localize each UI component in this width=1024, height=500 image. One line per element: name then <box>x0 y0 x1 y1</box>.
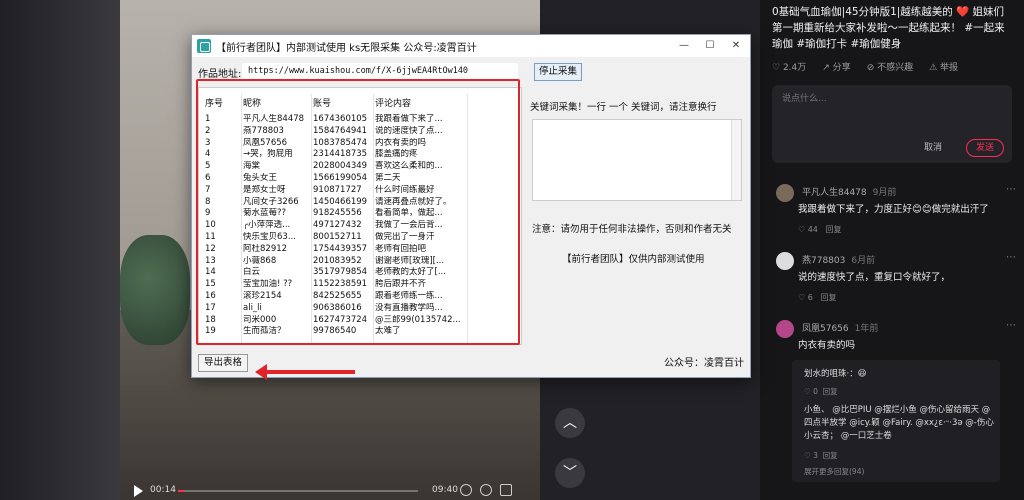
comment-author[interactable]: 凤凰57656 <box>802 324 849 334</box>
player-bar: 00:14 09:40 <box>120 482 540 500</box>
reply-meta: ♡ 0 回复 <box>804 387 838 396</box>
send-button[interactable]: 发送 <box>966 139 1004 157</box>
video-title: 0基础气血瑜伽|45分钟版1|越练越美的 ❤️ 姐妹们第一期重新给大家补发啦～一… <box>772 6 1005 50</box>
keyword-input[interactable] <box>532 119 742 201</box>
stop-collect-button[interactable]: 停止采集 <box>534 63 582 81</box>
url-label: 作品地址: <box>198 69 242 80</box>
cancel-button[interactable]: 取消 <box>924 140 942 153</box>
team-notice: 【前行者团队】仅供内部测试使用 <box>562 254 705 265</box>
volume-icon[interactable] <box>480 484 492 496</box>
more-icon[interactable]: ⋯ <box>1006 320 1016 331</box>
like-count[interactable]: ♡ 2.4万 <box>772 60 806 73</box>
avatar[interactable] <box>776 184 794 202</box>
window-titlebar[interactable]: 【前行者团队】内部测试使用 ks无限采集 公众号:凌霄百计 — ☐ ✕ <box>192 35 750 57</box>
total-time: 09:40 <box>432 485 458 495</box>
comment-meta: ♡ 44 回复 <box>798 225 842 234</box>
comment-meta: ♡ 6 回复 <box>798 293 837 302</box>
maximize-button[interactable]: ☐ <box>698 38 722 54</box>
comment-time: 6月前 <box>851 256 876 266</box>
comment-box[interactable]: 说点什么... 取消 发送 <box>772 85 1012 163</box>
progress-fill <box>178 490 184 492</box>
close-button[interactable]: ✕ <box>724 38 748 54</box>
reply-thread: 划水的咀珠·：😆 ♡ 0 回复 小鱼、 @比巴PIU @摆烂小鱼 @伤心留给雨天… <box>792 360 1000 482</box>
comment-author[interactable]: 燕778803 <box>802 256 845 266</box>
reply-button[interactable]: 回复 <box>820 293 836 302</box>
footer-account: 公众号：凌霄百计 <box>664 358 744 369</box>
minimize-button[interactable]: — <box>672 38 696 54</box>
window-title: 【前行者团队】内部测试使用 ks无限采集 公众号:凌霄百计 <box>216 43 477 54</box>
comment-time: 1年前 <box>854 324 879 334</box>
reply-button[interactable]: 回复 <box>823 387 838 396</box>
expand-replies-button[interactable]: 展开更多回复(94) <box>804 466 864 477</box>
not-interested-button[interactable]: ⊘ 不感兴趣 <box>867 60 913 73</box>
reply-meta: ♡ 3 回复 <box>804 451 838 460</box>
scrollbar[interactable] <box>731 120 741 200</box>
avatar[interactable] <box>776 252 794 270</box>
more-icon[interactable]: ⋯ <box>1006 184 1016 195</box>
comment-input[interactable]: 说点什么... <box>782 91 1002 104</box>
video-stats: ♡ 2.4万 ↗ 分享 ⊘ 不感兴趣 ⚠ 举报 <box>772 60 1012 73</box>
fullscreen-icon[interactable] <box>500 484 512 496</box>
reply-button[interactable]: 回复 <box>823 451 838 460</box>
url-input[interactable]: https://www.kuaishou.com/f/X-6jjwEA4RtOw… <box>242 63 518 79</box>
reply-body: 小鱼、 @比巴PIU @摆烂小鱼 @伤心留给雨天 @四点半放学 @icy.颖 @… <box>804 405 994 441</box>
plant-image <box>120 235 190 345</box>
highlight-frame <box>196 79 520 345</box>
screen: ︿ ﹀ 00:14 09:40 0基础气血瑜伽|45分钟版1|越练越美的 ❤️ … <box>0 0 1024 500</box>
settings-icon[interactable] <box>460 484 472 496</box>
share-button[interactable]: ↗ 分享 <box>822 60 850 73</box>
more-icon[interactable]: ⋯ <box>1006 252 1016 263</box>
reply-body: 划水的咀珠·：😆 <box>804 369 867 379</box>
export-table-button[interactable]: 导出表格 <box>198 354 248 372</box>
video-blur-left <box>0 0 120 500</box>
scraper-window: 【前行者团队】内部测试使用 ks无限采集 公众号:凌霄百计 — ☐ ✕ 作品地址… <box>191 34 751 378</box>
progress-bar[interactable] <box>178 490 418 492</box>
reply-button[interactable]: 回复 <box>826 225 842 234</box>
arrow-annotation <box>255 364 355 380</box>
comment-body: 内衣有卖的吗 <box>798 340 856 351</box>
chevron-down-icon: ﹀ <box>563 465 577 481</box>
comment-body: 我跟着做下来了，力度正好😊😊做完就出汗了 <box>798 204 989 215</box>
avatar[interactable] <box>776 320 794 338</box>
keyword-label: 关键词采集！一行 一个 关键词，请注意换行 <box>530 102 717 113</box>
app-icon <box>197 39 211 53</box>
legal-notice: 注意：请勿用于任何非法操作，否则和作者无关 <box>532 224 732 235</box>
current-time: 00:14 <box>150 485 176 495</box>
comment-time: 9月前 <box>872 188 897 198</box>
comment-author[interactable]: 平凡人生84478 <box>802 188 867 198</box>
report-button[interactable]: ⚠ 举报 <box>929 60 958 73</box>
comment-body: 说的速度快了点，重复口令就好了， <box>798 272 951 283</box>
next-video-button[interactable]: ﹀ <box>555 458 585 488</box>
play-icon[interactable] <box>134 485 143 497</box>
chevron-up-icon: ︿ <box>563 415 577 431</box>
prev-video-button[interactable]: ︿ <box>555 408 585 438</box>
